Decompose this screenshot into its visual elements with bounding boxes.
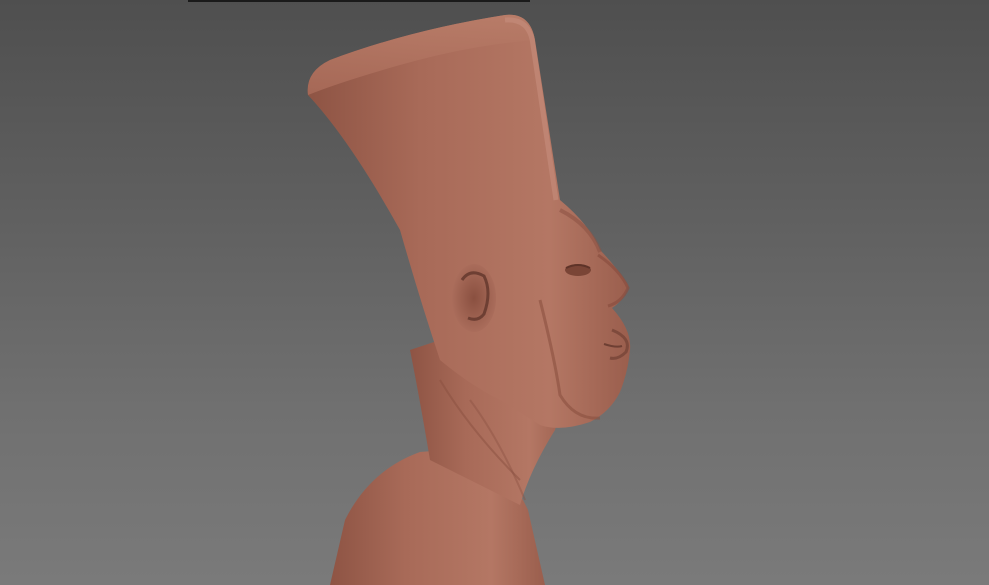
sculpt-viewport[interactable] bbox=[0, 0, 989, 585]
sculpt-bust-model[interactable] bbox=[0, 0, 989, 585]
